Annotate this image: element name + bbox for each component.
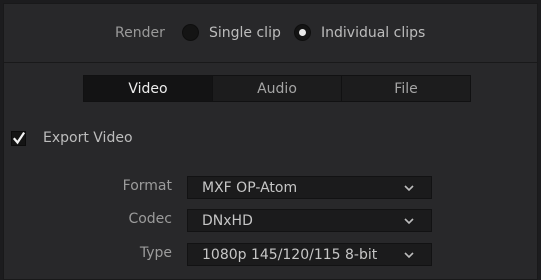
codec-value: DNxHD xyxy=(202,212,253,229)
type-value: 1080p 145/120/115 8-bit xyxy=(202,246,378,263)
settings-tabs: Video Audio File xyxy=(83,75,471,102)
tab-video[interactable]: Video xyxy=(84,76,212,101)
render-mode-row: Render Single clip Individual clips xyxy=(0,22,541,44)
chevron-down-icon xyxy=(404,217,414,224)
single-clip-label[interactable]: Single clip xyxy=(209,25,281,41)
format-value: MXF OP-Atom xyxy=(202,179,298,196)
tab-audio[interactable]: Audio xyxy=(212,76,341,101)
codec-dropdown[interactable]: DNxHD xyxy=(187,209,432,232)
individual-clips-label[interactable]: Individual clips xyxy=(321,25,425,41)
format-dropdown[interactable]: MXF OP-Atom xyxy=(187,176,432,199)
section-divider xyxy=(3,62,538,63)
format-label: Format xyxy=(122,178,172,194)
export-video-label[interactable]: Export Video xyxy=(43,130,133,146)
render-label: Render xyxy=(115,25,165,41)
individual-clips-radio[interactable] xyxy=(294,24,311,41)
radio-selected-dot xyxy=(299,29,306,36)
single-clip-radio[interactable] xyxy=(182,24,199,41)
chevron-down-icon xyxy=(404,184,414,191)
type-dropdown[interactable]: 1080p 145/120/115 8-bit xyxy=(187,243,432,266)
codec-label: Codec xyxy=(128,211,172,227)
export-video-checkbox[interactable] xyxy=(11,131,26,146)
tab-file[interactable]: File xyxy=(341,76,470,101)
type-label: Type xyxy=(139,245,172,261)
chevron-down-icon xyxy=(404,251,414,258)
checkmark-icon xyxy=(13,132,25,145)
